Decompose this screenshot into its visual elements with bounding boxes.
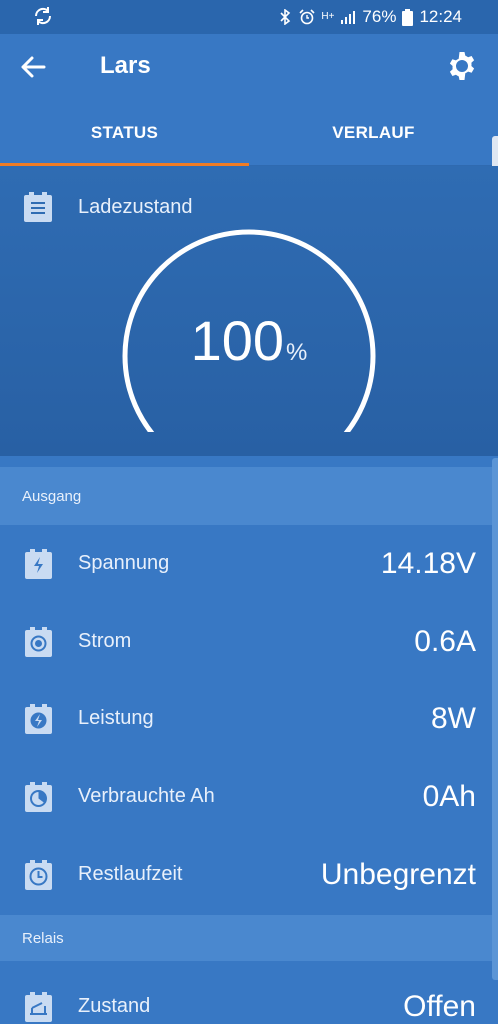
gauge-value-unit: % xyxy=(286,339,308,366)
state-of-charge-panel: Ladezustand 100% xyxy=(0,166,498,456)
row-zustand[interactable]: Zustand Offen xyxy=(0,968,498,1024)
row-verbrauchte-ah[interactable]: Verbrauchte Ah 0Ah xyxy=(0,758,498,835)
gauge-label: Ladezustand xyxy=(78,195,193,218)
row-label: Strom xyxy=(78,630,132,652)
battery-clock-icon xyxy=(25,859,52,890)
battery-icon xyxy=(402,8,414,26)
back-arrow-icon[interactable] xyxy=(18,52,48,82)
gauge-value-number: 100 xyxy=(190,309,285,372)
clock-time: 12:24 xyxy=(419,7,462,26)
row-value: 0.6A xyxy=(414,624,476,658)
row-label: Restlaufzeit xyxy=(78,863,183,885)
row-leistung[interactable]: Leistung 8W xyxy=(0,680,498,757)
row-value: Offen xyxy=(403,989,476,1023)
scrollbar-track[interactable] xyxy=(492,458,498,980)
section-header-ausgang: Ausgang xyxy=(0,467,498,525)
battery-consumed-icon xyxy=(25,781,52,812)
row-strom[interactable]: Strom 0.6A xyxy=(0,603,498,680)
battery-list-icon xyxy=(24,192,52,222)
row-label: Spannung xyxy=(78,552,170,574)
battery-current-icon xyxy=(25,626,52,657)
gauge-header: Ladezustand xyxy=(24,192,193,222)
relay-icon xyxy=(25,991,52,1022)
row-label: Verbrauchte Ah xyxy=(78,785,215,807)
row-value: 14.18V xyxy=(380,546,476,580)
app-bar: Lars xyxy=(0,34,498,100)
gauge-value: 100% xyxy=(0,308,498,373)
status-bar: H+ 76% 12:24 xyxy=(0,0,498,34)
tab-verlauf[interactable]: VERLAUF xyxy=(249,100,498,165)
row-label: Zustand xyxy=(78,995,151,1017)
row-label: Leistung xyxy=(78,707,154,729)
alarm-icon xyxy=(299,9,315,25)
bluetooth-icon xyxy=(280,9,291,25)
tab-bar: STATUS VERLAUF xyxy=(0,100,498,166)
row-spannung[interactable]: Spannung 14.18V xyxy=(0,525,498,602)
row-restlaufzeit[interactable]: Restlaufzeit Unbegrenzt xyxy=(0,836,498,913)
signal-icon xyxy=(341,11,356,24)
section-header-relais: Relais xyxy=(0,915,498,961)
row-value: 8W xyxy=(431,701,476,735)
battery-power-icon xyxy=(25,703,52,734)
gear-icon[interactable] xyxy=(446,50,478,82)
row-value: Unbegrenzt xyxy=(320,857,476,891)
tab-status[interactable]: STATUS xyxy=(0,100,249,166)
network-type-label: H+ xyxy=(321,11,335,22)
sync-icon xyxy=(34,7,52,25)
row-value: 0Ah xyxy=(422,779,476,813)
battery-charge-icon xyxy=(25,548,52,579)
battery-percent: 76% xyxy=(362,7,397,26)
page-title: Lars xyxy=(100,52,151,79)
